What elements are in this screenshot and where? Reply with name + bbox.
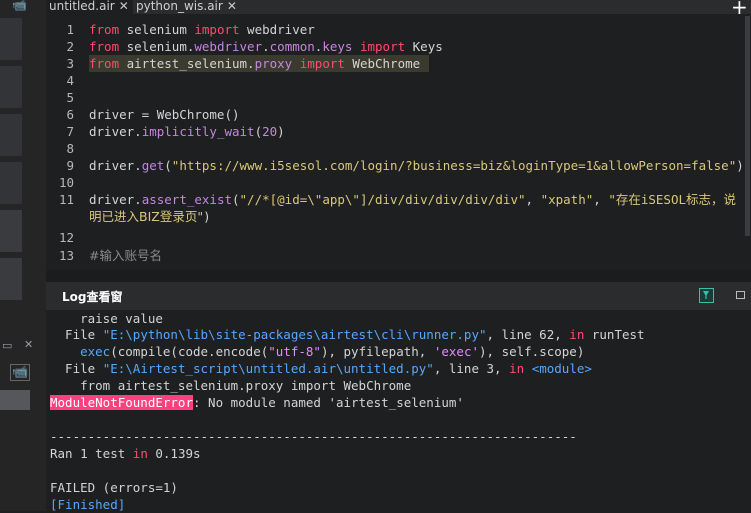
- tab-python-wis[interactable]: python_wis.air ✕: [133, 0, 246, 14]
- line-number: 10: [58, 175, 74, 190]
- code-line: driver.assert_exist("//*[@id=\"app\"]/di…: [89, 192, 737, 207]
- code-line: #输入账号名: [89, 248, 162, 263]
- log-line: ModuleNotFoundError: No module named 'ai…: [50, 395, 464, 410]
- line-number: 9: [66, 158, 74, 173]
- line-number: 6: [66, 107, 74, 122]
- line-number: 11: [58, 192, 74, 207]
- close-icon[interactable]: ✕: [227, 0, 237, 13]
- left-panel-item[interactable]: [0, 66, 22, 108]
- code-line: from airtest_selenium.proxy import WebCh…: [89, 56, 421, 71]
- window-icon[interactable]: [736, 291, 745, 299]
- log-line: ----------------------------------------…: [50, 429, 577, 444]
- panel-divider[interactable]: [46, 270, 751, 282]
- left-panel: [0, 0, 46, 511]
- line-number: 1: [66, 22, 74, 37]
- code-line: 明已进入BIZ登录页"): [89, 209, 211, 224]
- left-panel-item[interactable]: [0, 18, 22, 60]
- tab-label: python_wis.air: [136, 0, 223, 13]
- close-icon[interactable]: ✕: [24, 338, 33, 351]
- log-line: Ran 1 test in 0.139s: [50, 446, 201, 461]
- editor-scrollbar[interactable]: [745, 16, 750, 236]
- log-header: [46, 282, 751, 310]
- camera-icon[interactable]: 📹: [12, 0, 27, 12]
- log-line: File "E:\Airtest_script\untitled.air\unt…: [50, 361, 592, 376]
- record-icon[interactable]: 📹: [10, 364, 31, 381]
- line-number: 4: [66, 73, 74, 88]
- left-panel-item[interactable]: [0, 162, 22, 204]
- log-line: FAILED (errors=1): [50, 480, 178, 495]
- line-number: 8: [66, 141, 74, 156]
- line-number: 13: [58, 248, 74, 263]
- left-panel-item[interactable]: [0, 114, 22, 156]
- code-line: driver.implicitly_wait(20): [89, 124, 285, 139]
- log-line: [Finished]: [50, 497, 126, 512]
- code-line: from selenium import webdriver: [89, 22, 315, 37]
- left-panel-item[interactable]: [0, 210, 22, 252]
- close-icon[interactable]: ✕: [119, 0, 129, 13]
- tab-label: untitled.air: [49, 0, 115, 13]
- code-line: from selenium.webdriver.common.keys impo…: [89, 39, 443, 54]
- left-panel-item[interactable]: [0, 258, 22, 300]
- line-number: 3: [66, 56, 74, 71]
- line-number: 2: [66, 39, 74, 54]
- line-number: 12: [58, 230, 74, 245]
- log-line: exec(compile(code.encode("utf-8"), pyfil…: [80, 344, 585, 359]
- window-icon[interactable]: ▭: [2, 339, 12, 352]
- log-line: File "E:\python\lib\site-packages\airtes…: [50, 327, 645, 342]
- code-line: driver.get("https://www.i5sesol.com/logi…: [89, 158, 744, 173]
- tab-untitled[interactable]: untitled.air ✕: [46, 0, 133, 15]
- log-line: from airtest_selenium.proxy import WebCh…: [50, 378, 412, 393]
- line-number: 7: [66, 124, 74, 139]
- log-line: raise value: [50, 311, 163, 326]
- log-title: Log查看窗: [62, 290, 123, 304]
- line-number: 5: [66, 90, 74, 105]
- code-line: driver = WebChrome(): [89, 107, 240, 122]
- left-panel-item[interactable]: [0, 390, 30, 410]
